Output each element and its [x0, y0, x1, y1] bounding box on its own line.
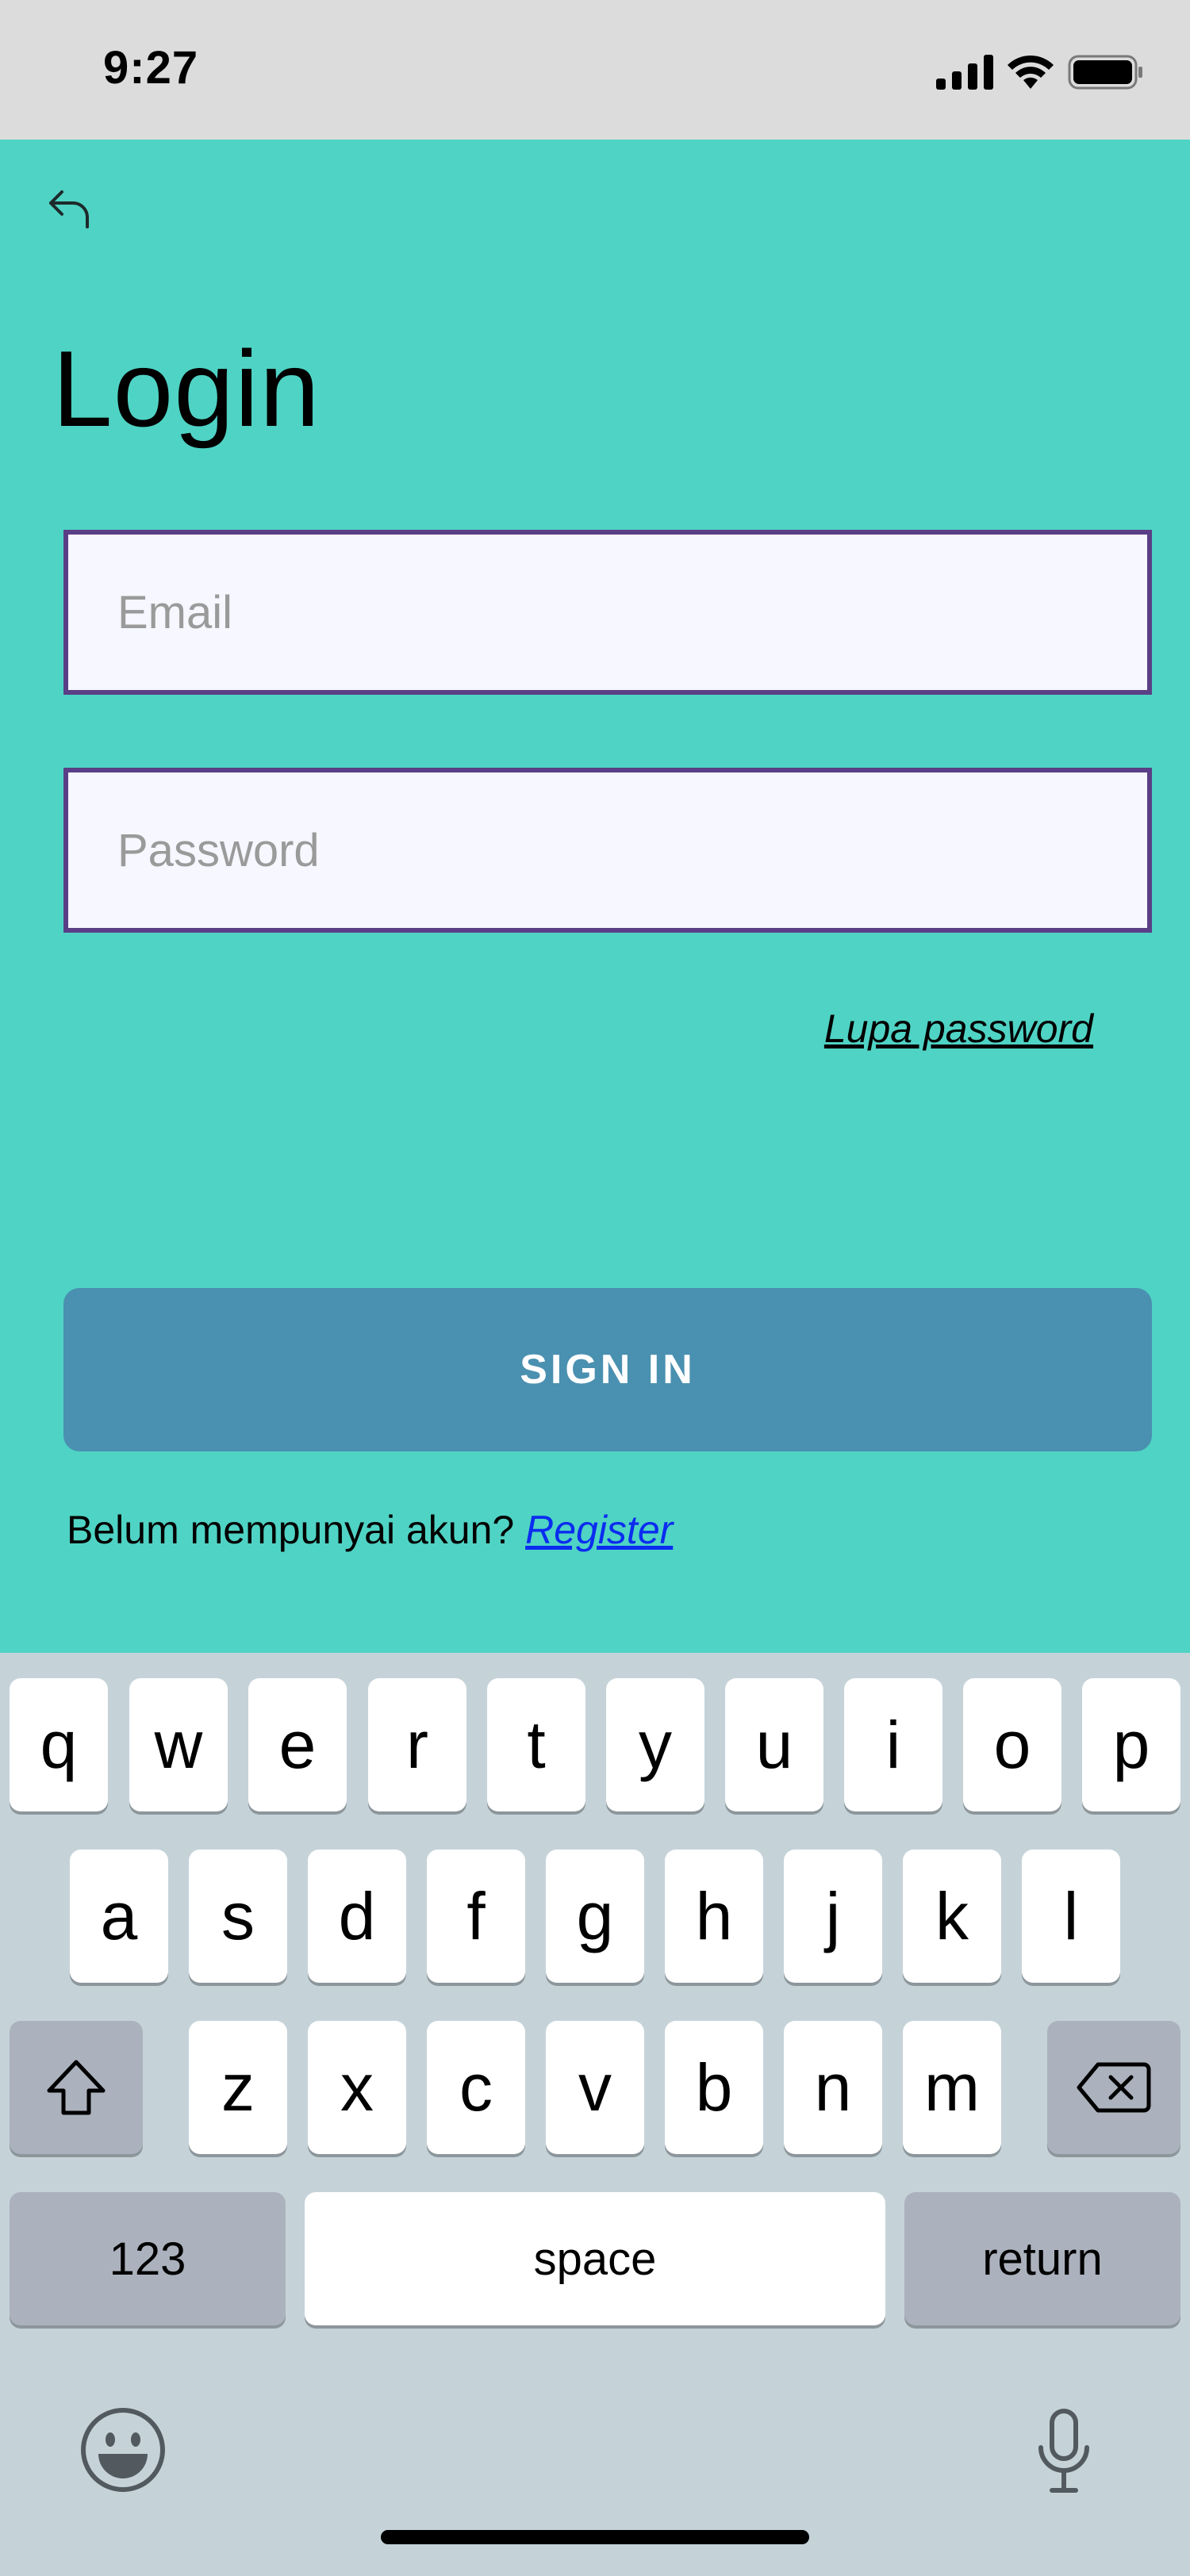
battery-icon [1068, 55, 1142, 90]
wifi-icon [1008, 55, 1054, 89]
back-button[interactable] [44, 184, 95, 235]
key-o[interactable]: o [963, 1678, 1061, 1811]
key-b[interactable]: b [665, 2021, 763, 2154]
key-u[interactable]: u [725, 1678, 823, 1811]
password-input[interactable] [117, 823, 1147, 877]
key-c[interactable]: c [427, 2021, 525, 2154]
microphone-button[interactable] [1036, 2408, 1092, 2499]
space-key[interactable]: space [305, 2192, 885, 2325]
key-f[interactable]: f [427, 1850, 525, 1983]
key-a[interactable]: a [70, 1850, 168, 1983]
key-w[interactable]: w [129, 1678, 228, 1811]
key-k[interactable]: k [903, 1850, 1001, 1983]
back-arrow-icon [49, 190, 89, 228]
status-icons [936, 52, 1144, 92]
emoji-icon [81, 2408, 165, 2492]
key-p[interactable]: p [1082, 1678, 1180, 1811]
key-i[interactable]: i [844, 1678, 942, 1811]
page-title: Login [52, 328, 321, 449]
shift-key[interactable] [10, 2021, 143, 2154]
numbers-key[interactable]: 123 [10, 2192, 286, 2325]
key-t[interactable]: t [487, 1678, 585, 1811]
key-y[interactable]: y [606, 1678, 704, 1811]
microphone-icon [1038, 2409, 1089, 2493]
key-g[interactable]: g [546, 1850, 644, 1983]
return-key[interactable]: return [904, 2192, 1180, 2325]
key-d[interactable]: d [308, 1850, 406, 1983]
forgot-password-link[interactable]: Lupa password [824, 1006, 1093, 1052]
register-link[interactable]: Register [525, 1508, 673, 1552]
status-time: 9:27 [103, 42, 199, 94]
key-m[interactable]: m [903, 2021, 1001, 2154]
key-x[interactable]: x [308, 2021, 406, 2154]
key-j[interactable]: j [784, 1850, 882, 1983]
key-e[interactable]: e [248, 1678, 347, 1811]
key-l[interactable]: l [1022, 1850, 1120, 1983]
key-r[interactable]: r [368, 1678, 466, 1811]
cellular-signal-icon [936, 55, 993, 90]
register-prompt-text: Belum mempunyai akun? [67, 1508, 515, 1552]
key-h[interactable]: h [665, 1850, 763, 1983]
onscreen-keyboard: q w e r t y u i o p a s d f g h j k l z … [0, 1653, 1190, 2576]
login-screen: Login Lupa password SIGN IN Belum mempun… [0, 140, 1190, 1653]
email-input[interactable] [117, 585, 1147, 639]
key-s[interactable]: s [189, 1850, 287, 1983]
backspace-icon [1077, 2062, 1151, 2113]
key-n[interactable]: n [784, 2021, 882, 2154]
emoji-button[interactable] [79, 2406, 167, 2497]
backspace-key[interactable] [1047, 2021, 1180, 2154]
status-bar: 9:27 [0, 0, 1190, 140]
shift-arrow-icon [47, 2060, 106, 2115]
email-field[interactable] [63, 530, 1152, 695]
password-field[interactable] [63, 768, 1152, 933]
key-v[interactable]: v [546, 2021, 644, 2154]
key-q[interactable]: q [10, 1678, 108, 1811]
home-indicator[interactable] [381, 2530, 809, 2544]
register-prompt: Belum mempunyai akun? Register [67, 1507, 673, 1553]
key-z[interactable]: z [189, 2021, 287, 2154]
sign-in-button[interactable]: SIGN IN [63, 1288, 1152, 1451]
